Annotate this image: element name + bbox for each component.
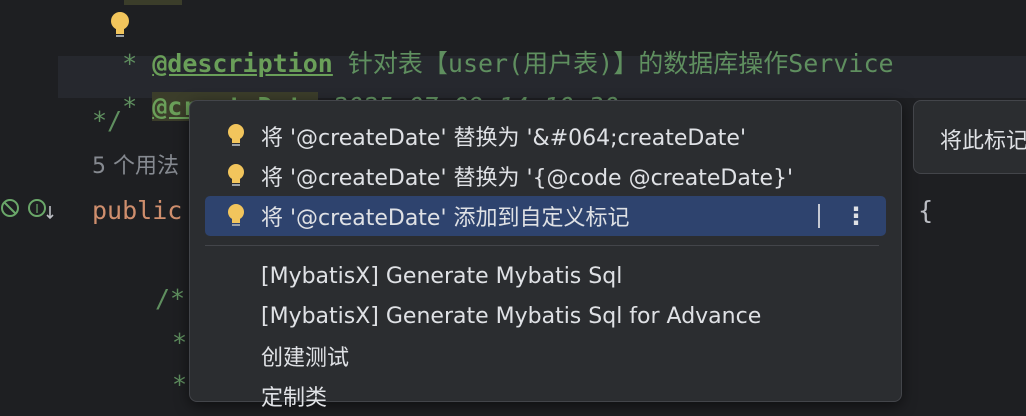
intention-label: [MybatisX] Generate Mybatis Sql for Adva… (261, 303, 762, 329)
intention-label: 将 '@createDate' 添加到自定义标记 (261, 206, 630, 231)
submenu-popup: 将此标记 (913, 100, 1026, 174)
intention-item-create-test[interactable]: 创建测试 (205, 336, 886, 376)
intention-item-mybatis-sql-advance[interactable]: [MybatisX] Generate Mybatis Sql for Adva… (205, 296, 886, 336)
intention-label: [MybatisX] Generate Mybatis Sql (261, 263, 623, 289)
intention-item-replace-code[interactable]: 将 '@createDate' 替换为 '{@code @createDate}… (205, 156, 886, 196)
comment-end: */ (92, 106, 123, 135)
comment-open: /* (155, 284, 186, 313)
submenu-item-label[interactable]: 将此标记 (940, 123, 1026, 155)
implemented-down-icon[interactable]: I (26, 196, 56, 222)
intention-item-mybatis-sql[interactable]: [MybatisX] Generate Mybatis Sql (205, 256, 886, 296)
comment-star: * (122, 92, 153, 121)
usages-hint[interactable]: 5 个用法 (92, 152, 179, 182)
keyword-public: public (92, 196, 183, 225)
more-options-icon[interactable]: ⋮ (844, 198, 868, 234)
item-separator (818, 204, 820, 228)
lightbulb-icon (228, 204, 244, 226)
comment-star-2: * (172, 370, 188, 399)
no-entry-icon[interactable] (0, 196, 22, 222)
lightbulb-icon (228, 124, 244, 146)
tag-highlight-fragment (124, 0, 182, 5)
intention-label: 定制类 (261, 386, 328, 411)
editor-gutter (0, 0, 58, 388)
intention-actions-popup: 将 '@createDate' 替换为 '&#064;createDate' 将… (189, 100, 902, 411)
lightbulb-icon (228, 164, 244, 186)
comment-star-1: * (172, 328, 188, 357)
intention-item-customize-class[interactable]: 定制类 (205, 376, 886, 416)
popup-divider (205, 245, 879, 246)
svg-text:I: I (35, 202, 39, 216)
intention-label: 创建测试 (261, 346, 350, 371)
intention-label: 将 '@createDate' 替换为 '&#064;createDate' (261, 126, 746, 151)
intention-item-replace-entity[interactable]: 将 '@createDate' 替换为 '&#064;createDate' (205, 116, 886, 156)
intention-item-add-custom-tag[interactable]: 将 '@createDate' 添加到自定义标记 ⋮ (205, 196, 886, 236)
intention-label: 将 '@createDate' 替换为 '{@code @createDate}… (261, 166, 794, 191)
